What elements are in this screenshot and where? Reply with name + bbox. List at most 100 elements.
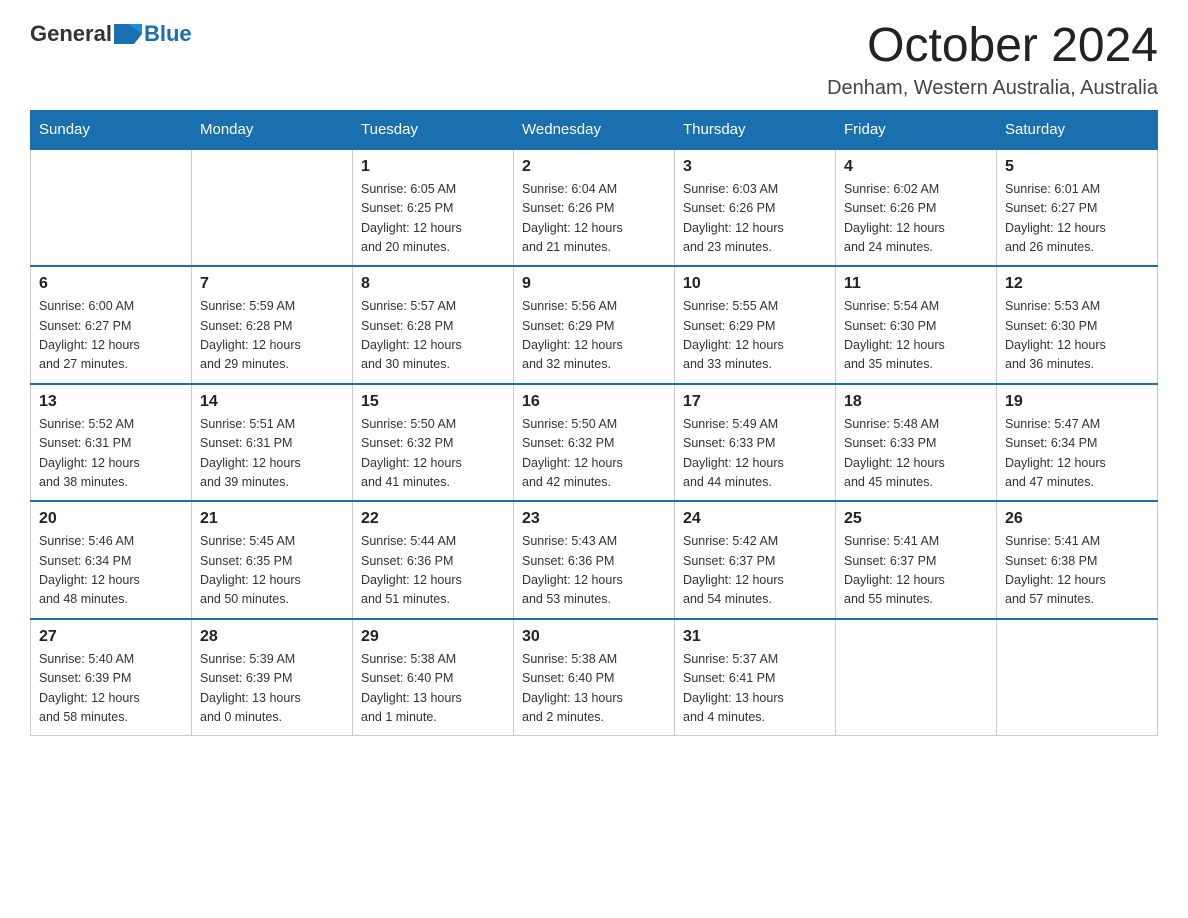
day-info: Sunrise: 5:45 AM Sunset: 6:35 PM Dayligh… xyxy=(200,532,344,610)
day-info: Sunrise: 6:02 AM Sunset: 6:26 PM Dayligh… xyxy=(844,180,988,258)
day-info: Sunrise: 6:05 AM Sunset: 6:25 PM Dayligh… xyxy=(361,180,505,258)
day-info: Sunrise: 5:46 AM Sunset: 6:34 PM Dayligh… xyxy=(39,532,183,610)
day-number: 20 xyxy=(39,510,183,528)
day-number: 2 xyxy=(522,158,666,176)
calendar-cell: 12Sunrise: 5:53 AM Sunset: 6:30 PM Dayli… xyxy=(997,266,1158,384)
day-info: Sunrise: 5:56 AM Sunset: 6:29 PM Dayligh… xyxy=(522,297,666,375)
day-info: Sunrise: 5:47 AM Sunset: 6:34 PM Dayligh… xyxy=(1005,415,1149,493)
month-title: October 2024 xyxy=(827,20,1158,73)
day-number: 21 xyxy=(200,510,344,528)
day-number: 29 xyxy=(361,628,505,646)
calendar-cell: 7Sunrise: 5:59 AM Sunset: 6:28 PM Daylig… xyxy=(192,266,353,384)
calendar-cell: 11 Sunrise: 5:54 AM Sunset: 6:30 PM Dayli… xyxy=(836,266,997,384)
week-row-1: 1 Sunrise: 6:05 AM Sunset: 6:25 PM Daylig… xyxy=(31,149,1158,267)
calendar-cell: 28Sunrise: 5:39 AM Sunset: 6:39 PM Dayli… xyxy=(192,619,353,736)
day-info: Sunrise: 5:39 AM Sunset: 6:39 PM Dayligh… xyxy=(200,650,344,728)
day-info: Sunrise: 5:50 AM Sunset: 6:32 PM Dayligh… xyxy=(522,415,666,493)
calendar-cell: 8Sunrise: 5:57 AM Sunset: 6:28 PM Daylig… xyxy=(353,266,514,384)
logo-general-text: General xyxy=(30,21,112,47)
calendar-cell: 15Sunrise: 5:50 AM Sunset: 6:32 PM Dayli… xyxy=(353,384,514,502)
day-info: Sunrise: 6:00 AM Sunset: 6:27 PM Dayligh… xyxy=(39,297,183,375)
calendar-cell: 10 Sunrise: 5:55 AM Sunset: 6:29 PM Dayli… xyxy=(675,266,836,384)
calendar-cell: 24 Sunrise: 5:42 AM Sunset: 6:37 PM Dayli… xyxy=(675,501,836,619)
day-number: 9 xyxy=(522,275,666,293)
day-number: 11 xyxy=(844,275,988,293)
calendar-cell: 20 Sunrise: 5:46 AM Sunset: 6:34 PM Dayli… xyxy=(31,501,192,619)
day-info: Sunrise: 5:57 AM Sunset: 6:28 PM Dayligh… xyxy=(361,297,505,375)
day-number: 4 xyxy=(844,158,988,176)
day-number: 15 xyxy=(361,393,505,411)
logo-blue-text: Blue xyxy=(144,21,192,47)
header-thursday: Thursday xyxy=(675,110,836,149)
day-info: Sunrise: 5:54 AM Sunset: 6:30 PM Dayligh… xyxy=(844,297,988,375)
day-number: 16 xyxy=(522,393,666,411)
day-number: 1 xyxy=(361,158,505,176)
week-row-4: 20 Sunrise: 5:46 AM Sunset: 6:34 PM Dayli… xyxy=(31,501,1158,619)
day-number: 14 xyxy=(200,393,344,411)
header-wednesday: Wednesday xyxy=(514,110,675,149)
calendar-cell xyxy=(836,619,997,736)
day-number: 3 xyxy=(683,158,827,176)
header-tuesday: Tuesday xyxy=(353,110,514,149)
calendar-cell: 9 Sunrise: 5:56 AM Sunset: 6:29 PM Daylig… xyxy=(514,266,675,384)
week-row-5: 27Sunrise: 5:40 AM Sunset: 6:39 PM Dayli… xyxy=(31,619,1158,736)
day-info: Sunrise: 5:37 AM Sunset: 6:41 PM Dayligh… xyxy=(683,650,827,728)
day-number: 10 xyxy=(683,275,827,293)
day-number: 25 xyxy=(844,510,988,528)
calendar-cell: 6 Sunrise: 6:00 AM Sunset: 6:27 PM Daylig… xyxy=(31,266,192,384)
day-number: 6 xyxy=(39,275,183,293)
day-number: 22 xyxy=(361,510,505,528)
calendar-cell: 19 Sunrise: 5:47 AM Sunset: 6:34 PM Dayli… xyxy=(997,384,1158,502)
calendar-cell: 21 Sunrise: 5:45 AM Sunset: 6:35 PM Dayli… xyxy=(192,501,353,619)
header-sunday: Sunday xyxy=(31,110,192,149)
day-number: 5 xyxy=(1005,158,1149,176)
page-header: General Blue October 2024 Denham, Wester… xyxy=(30,20,1158,100)
calendar-cell xyxy=(31,149,192,267)
logo-icon xyxy=(114,20,142,48)
day-info: Sunrise: 5:41 AM Sunset: 6:38 PM Dayligh… xyxy=(1005,532,1149,610)
day-info: Sunrise: 5:42 AM Sunset: 6:37 PM Dayligh… xyxy=(683,532,827,610)
day-number: 12 xyxy=(1005,275,1149,293)
calendar-cell: 22 Sunrise: 5:44 AM Sunset: 6:36 PM Dayli… xyxy=(353,501,514,619)
calendar-cell: 4 Sunrise: 6:02 AM Sunset: 6:26 PM Daylig… xyxy=(836,149,997,267)
calendar-cell: 18Sunrise: 5:48 AM Sunset: 6:33 PM Dayli… xyxy=(836,384,997,502)
day-number: 24 xyxy=(683,510,827,528)
location-title: Denham, Western Australia, Australia xyxy=(827,77,1158,100)
calendar-cell: 14Sunrise: 5:51 AM Sunset: 6:31 PM Dayli… xyxy=(192,384,353,502)
week-row-2: 6 Sunrise: 6:00 AM Sunset: 6:27 PM Daylig… xyxy=(31,266,1158,384)
day-number: 19 xyxy=(1005,393,1149,411)
day-info: Sunrise: 5:52 AM Sunset: 6:31 PM Dayligh… xyxy=(39,415,183,493)
calendar-cell: 23Sunrise: 5:43 AM Sunset: 6:36 PM Dayli… xyxy=(514,501,675,619)
calendar-cell: 27Sunrise: 5:40 AM Sunset: 6:39 PM Dayli… xyxy=(31,619,192,736)
calendar-table: SundayMondayTuesdayWednesdayThursdayFrid… xyxy=(30,110,1158,737)
calendar-cell xyxy=(997,619,1158,736)
calendar-cell: 31Sunrise: 5:37 AM Sunset: 6:41 PM Dayli… xyxy=(675,619,836,736)
header-saturday: Saturday xyxy=(997,110,1158,149)
calendar-cell: 26 Sunrise: 5:41 AM Sunset: 6:38 PM Dayli… xyxy=(997,501,1158,619)
day-info: Sunrise: 6:04 AM Sunset: 6:26 PM Dayligh… xyxy=(522,180,666,258)
calendar-cell: 2 Sunrise: 6:04 AM Sunset: 6:26 PM Daylig… xyxy=(514,149,675,267)
calendar-cell: 13 Sunrise: 5:52 AM Sunset: 6:31 PM Dayli… xyxy=(31,384,192,502)
day-info: Sunrise: 5:43 AM Sunset: 6:36 PM Dayligh… xyxy=(522,532,666,610)
day-info: Sunrise: 5:44 AM Sunset: 6:36 PM Dayligh… xyxy=(361,532,505,610)
day-number: 18 xyxy=(844,393,988,411)
day-number: 26 xyxy=(1005,510,1149,528)
day-info: Sunrise: 6:01 AM Sunset: 6:27 PM Dayligh… xyxy=(1005,180,1149,258)
day-number: 30 xyxy=(522,628,666,646)
day-info: Sunrise: 5:38 AM Sunset: 6:40 PM Dayligh… xyxy=(522,650,666,728)
day-info: Sunrise: 6:03 AM Sunset: 6:26 PM Dayligh… xyxy=(683,180,827,258)
day-info: Sunrise: 5:55 AM Sunset: 6:29 PM Dayligh… xyxy=(683,297,827,375)
calendar-header-row: SundayMondayTuesdayWednesdayThursdayFrid… xyxy=(31,110,1158,149)
day-info: Sunrise: 5:49 AM Sunset: 6:33 PM Dayligh… xyxy=(683,415,827,493)
calendar-cell: 17Sunrise: 5:49 AM Sunset: 6:33 PM Dayli… xyxy=(675,384,836,502)
day-number: 13 xyxy=(39,393,183,411)
calendar-cell: 25 Sunrise: 5:41 AM Sunset: 6:37 PM Dayli… xyxy=(836,501,997,619)
calendar-cell: 30 Sunrise: 5:38 AM Sunset: 6:40 PM Dayli… xyxy=(514,619,675,736)
calendar-cell: 1 Sunrise: 6:05 AM Sunset: 6:25 PM Daylig… xyxy=(353,149,514,267)
title-section: October 2024 Denham, Western Australia, … xyxy=(827,20,1158,100)
day-info: Sunrise: 5:38 AM Sunset: 6:40 PM Dayligh… xyxy=(361,650,505,728)
week-row-3: 13 Sunrise: 5:52 AM Sunset: 6:31 PM Dayli… xyxy=(31,384,1158,502)
day-info: Sunrise: 5:41 AM Sunset: 6:37 PM Dayligh… xyxy=(844,532,988,610)
header-monday: Monday xyxy=(192,110,353,149)
day-info: Sunrise: 5:40 AM Sunset: 6:39 PM Dayligh… xyxy=(39,650,183,728)
